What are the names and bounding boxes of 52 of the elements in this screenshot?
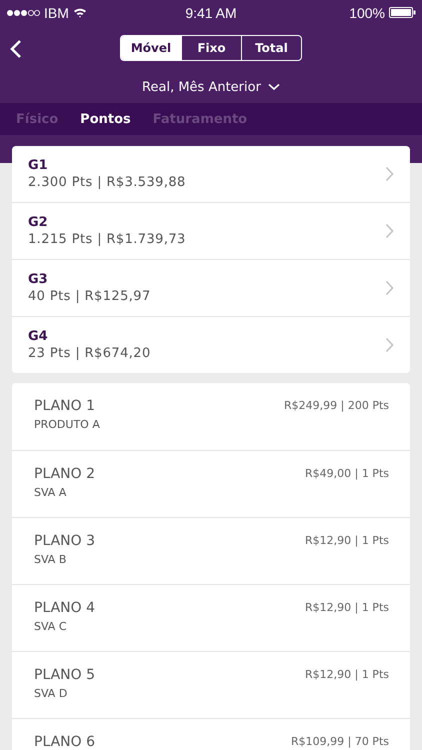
plan-row[interactable]: PLANO 6 R$109,99 | 70 Pts xyxy=(12,718,410,750)
chevron-right-icon xyxy=(385,166,394,182)
plan-product: SVA B xyxy=(34,553,68,566)
battery-icon xyxy=(389,7,416,18)
plan-name: PLANO 3 xyxy=(34,533,95,549)
plan-row[interactable]: PLANO 2 SVA A R$49,00 | 1 Pts xyxy=(12,450,410,517)
group-name: G2 xyxy=(28,215,49,230)
chevron-right-icon xyxy=(385,280,394,296)
plan-product: SVA D xyxy=(34,687,68,700)
group-summary: 2.300 Pts | R$3.539,88 xyxy=(28,175,186,190)
plan-product: SVA C xyxy=(34,620,68,633)
chevron-right-icon xyxy=(385,223,394,239)
chevron-down-icon xyxy=(268,83,280,91)
tab[interactable]: Pontos xyxy=(80,112,131,126)
plan-name: PLANO 6 xyxy=(34,734,95,750)
segment-tab[interactable]: Total xyxy=(241,36,301,60)
group-summary: 23 Pts | R$674,20 xyxy=(28,346,151,361)
plan-value: R$109,99 | 70 Pts xyxy=(290,735,389,750)
plan-product: SVA A xyxy=(34,486,68,499)
group-row[interactable]: G3 40 Pts | R$125,97 xyxy=(12,259,410,316)
back-chevron-icon xyxy=(10,39,22,59)
battery-percent: 100% xyxy=(349,4,385,20)
plan-name: PLANO 2 xyxy=(34,466,95,482)
plan-product: PRODUTO A xyxy=(34,418,100,431)
group-row[interactable]: G1 2.300 Pts | R$3.539,88 xyxy=(12,146,410,202)
group-row[interactable]: G4 23 Pts | R$674,20 xyxy=(12,316,410,373)
plan-value: R$49,00 | 1 Pts xyxy=(304,467,389,482)
wifi-icon xyxy=(72,7,87,18)
segment-tab[interactable]: Móvel xyxy=(121,36,181,60)
chevron-right-icon xyxy=(385,337,394,353)
period-dropdown[interactable]: Real, Mês Anterior xyxy=(138,71,284,103)
plan-value: R$12,90 | 1 Pts xyxy=(304,601,389,616)
group-name: G3 xyxy=(28,272,49,287)
group-name: G4 xyxy=(28,329,49,344)
group-row[interactable]: G2 1.215 Pts | R$1.739,73 xyxy=(12,202,410,259)
segment-tab[interactable]: Fixo xyxy=(181,36,241,60)
plan-row[interactable]: PLANO 5 SVA D R$12,90 | 1 Pts xyxy=(12,651,410,718)
plan-name: PLANO 1 xyxy=(34,398,96,414)
plan-row[interactable]: PLANO 4 SVA C R$12,90 | 1 Pts xyxy=(12,584,410,651)
plan-row[interactable]: PLANO 3 SVA B R$12,90 | 1 Pts xyxy=(12,517,410,584)
plan-value: R$12,90 | 1 Pts xyxy=(304,534,389,549)
carrier-name: IBM xyxy=(44,4,69,20)
clock-time: 9:41 AM xyxy=(185,4,237,20)
plan-name: PLANO 5 xyxy=(34,667,95,683)
plan-row[interactable]: PLANO 1 PRODUTO A R$249,99 | 200 Pts xyxy=(12,383,410,450)
plan-value: R$12,90 | 1 Pts xyxy=(304,668,389,683)
group-summary: 1.215 Pts | R$1.739,73 xyxy=(28,232,186,247)
plan-value: R$249,99 | 200 Pts xyxy=(284,399,389,414)
signal-icon xyxy=(6,8,40,16)
group-name: G1 xyxy=(28,158,49,173)
group-summary: 40 Pts | R$125,97 xyxy=(28,289,151,304)
plan-name: PLANO 4 xyxy=(34,600,95,616)
